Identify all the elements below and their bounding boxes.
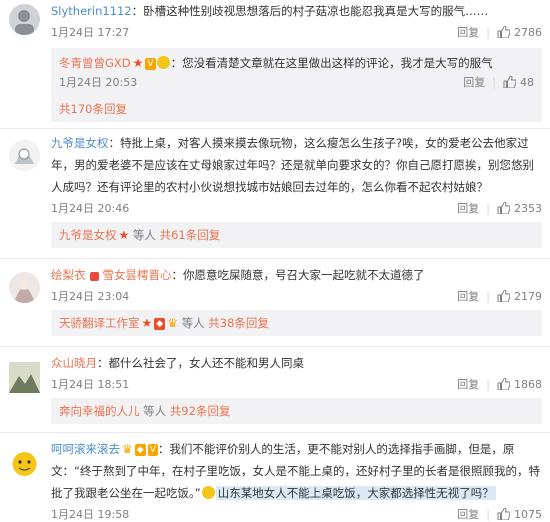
like-button[interactable]: 2179: [497, 289, 542, 303]
comment-text: 九爷是女权：特批上桌，对客人摸来摸去像玩物，这么瘦怎么生孩子?唉，女的爱老公去他…: [51, 136, 534, 194]
reply-button[interactable]: 回复: [457, 200, 479, 216]
username-link[interactable]: 九爷是女权: [51, 136, 109, 150]
view-replies-link[interactable]: 奔向幸福的人儿 等人 共92条回复: [51, 398, 542, 424]
view-replies-link[interactable]: 共170条回复: [51, 96, 542, 122]
vip-icon: V: [145, 58, 156, 70]
comment-meta: 1月24日 20:46 回复 | 2353: [51, 200, 542, 216]
username-link[interactable]: Slytherin1112: [51, 4, 132, 18]
timestamp: 1月24日 19:58: [51, 508, 130, 521]
comment-meta: 1月24日 19:58 回复 | 1075: [51, 506, 542, 522]
like-count: 2353: [514, 201, 542, 215]
reply-button[interactable]: 回复: [457, 506, 479, 522]
avatar[interactable]: [9, 448, 40, 479]
reply-user[interactable]: 天骄翻译工作室: [59, 316, 140, 330]
thumbs-up-icon: [497, 507, 510, 520]
timestamp: 1月24日 20:53: [59, 76, 138, 89]
comment-meta: 1月24日 18:51 回复 | 1868: [51, 376, 542, 392]
thumbs-up-icon: [497, 25, 510, 38]
crown-icon: ♛: [167, 316, 178, 330]
thumbs-up-icon: [497, 377, 510, 390]
emoji-icon: [156, 56, 170, 69]
view-replies-link[interactable]: 天骄翻译工作室 ★ ◆ ♛ 等人 共38条回复: [51, 310, 542, 336]
thumbs-up-icon: [497, 289, 510, 302]
reply-button[interactable]: 回复: [457, 24, 479, 40]
thumbs-up-icon: [497, 201, 510, 214]
avatar[interactable]: [9, 272, 40, 303]
timestamp: 1月24日 18:51: [51, 378, 130, 391]
comment-meta: 1月24日 23:04 回复 | 2179: [51, 288, 542, 304]
crown-icon: ♛: [122, 442, 133, 456]
username-link[interactable]: 冬青曾曾GXD: [59, 56, 131, 70]
divider: [0, 128, 550, 129]
quoted-tag[interactable]: 山东某地女人不能上桌吃饭，大家都选择性无视了吗？: [215, 486, 496, 500]
divider: [0, 432, 550, 433]
timestamp: 1月24日 17:27: [51, 26, 130, 39]
award-icon: ◆: [154, 318, 166, 330]
comment-text: 绘梨衣 雪女昙樗晋心：你愿意吃屎随意，号召大家一起吃就不太道德了: [51, 268, 425, 282]
avatar[interactable]: [9, 362, 40, 393]
reply-button[interactable]: 回复: [463, 74, 485, 90]
username-link[interactable]: 雪女昙樗晋心: [103, 268, 172, 282]
vip-icon: V: [147, 444, 158, 456]
timestamp: 1月24日 20:46: [51, 202, 130, 215]
like-button[interactable]: 2353: [497, 201, 542, 215]
comment-meta: 1月24日 17:27 回复 | 2786: [51, 24, 542, 40]
star-icon: ★: [141, 316, 153, 330]
like-count: 48: [520, 75, 534, 89]
sub-reply-meta: 1月24日 20:53 回复 | 48: [59, 74, 534, 90]
thumbs-up-icon: [503, 75, 516, 88]
like-count: 2786: [514, 25, 542, 39]
like-count: 1868: [514, 377, 542, 391]
like-button[interactable]: 2786: [497, 25, 542, 39]
star-icon: ★: [118, 228, 130, 242]
reply-button[interactable]: 回复: [457, 376, 479, 392]
divider: [0, 346, 550, 347]
comment-text: Slytherin1112：卧槽这种性别歧视思想落后的村子菇凉也能忍我真是大写的…: [51, 4, 489, 18]
like-count: 2179: [514, 289, 542, 303]
like-button[interactable]: 48: [503, 75, 534, 89]
reply-user[interactable]: 九爷是女权: [59, 228, 117, 242]
username-link[interactable]: 呵呵滚来滚去: [51, 442, 120, 456]
username-link[interactable]: 绘梨衣: [51, 268, 86, 282]
star-icon: ★: [132, 56, 144, 70]
like-button[interactable]: 1868: [497, 377, 542, 391]
comment-text: 众山晓月：都什么社会了，女人还不能和男人同桌: [51, 356, 304, 370]
divider: [0, 258, 550, 259]
avatar[interactable]: [9, 140, 40, 171]
sub-reply: 冬青曾曾GXD ★ V ：您没看清楚文章就在这里做出这样的评论，我才是大写的服气 1月…: [51, 48, 542, 96]
comment-text: 呵呵滚来滚去 ♛ ◆ V ：我们不能评价别人的生活，更不能对别人的选择指手画脚，但是，原…: [51, 442, 540, 500]
reply-user[interactable]: 奔向幸福的人儿: [59, 404, 140, 418]
timestamp: 1月24日 23:04: [51, 290, 130, 303]
reply-button[interactable]: 回复: [457, 288, 479, 304]
view-replies-link[interactable]: 九爷是女权 ★ 等人 共61条回复: [51, 222, 542, 248]
username-link[interactable]: 众山晓月: [51, 356, 97, 370]
award-icon: ◆: [134, 444, 146, 456]
emoji-icon: [201, 486, 215, 499]
avatar[interactable]: [9, 4, 40, 35]
emoji-icon: [89, 272, 99, 281]
